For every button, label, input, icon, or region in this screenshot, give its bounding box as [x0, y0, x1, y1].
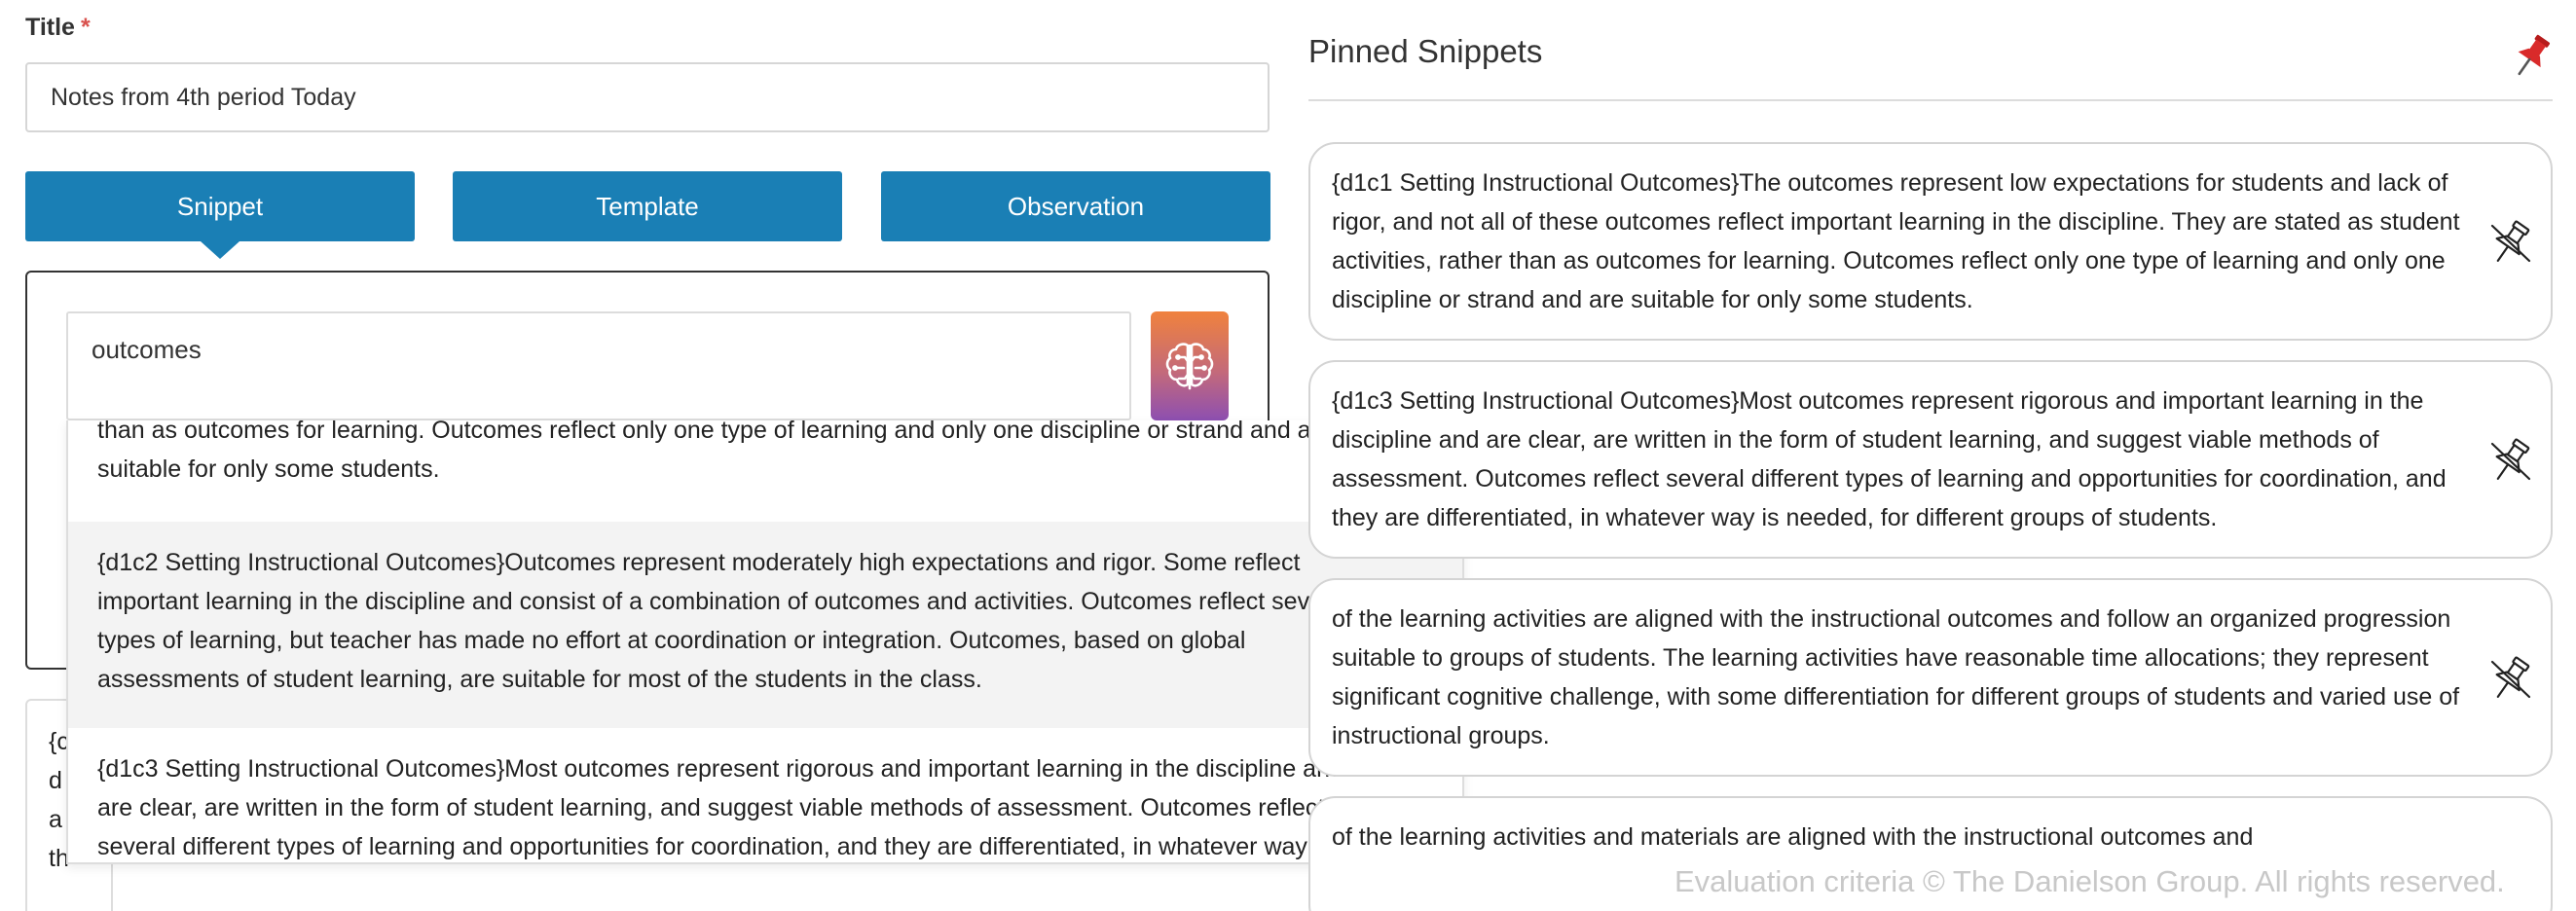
divider [1308, 99, 2553, 101]
pinned-snippet-card: {d1c3 Setting Instructional Outcomes}Mos… [1308, 360, 2553, 559]
tab-template[interactable]: Template [453, 171, 842, 241]
title-label: Title * [25, 14, 91, 42]
title-label-text: Title [25, 14, 75, 41]
copyright-notice: Evaluation criteria © The Danielson Grou… [1674, 864, 2505, 898]
pinned-snippet-card: {d1c1 Setting Instructional Outcomes}The… [1308, 142, 2553, 341]
unpin-icon[interactable] [2486, 654, 2535, 703]
required-marker: * [80, 14, 91, 41]
brain-circuit-icon [1165, 343, 1214, 390]
pinned-snippet-text: of the learning activities and materials… [1332, 823, 2254, 851]
pinned-snippet-text: {d1c3 Setting Instructional Outcomes}Mos… [1332, 387, 2447, 531]
pinned-snippets-title: Pinned Snippets [1308, 33, 1543, 69]
suggestion-text: than as outcomes for learning. Outcomes … [97, 420, 1333, 483]
pinned-snippet-text: {d1c1 Setting Instructional Outcomes}The… [1332, 169, 2460, 313]
pinned-snippet-card: of the learning activities are aligned w… [1308, 578, 2553, 777]
tab-observation[interactable]: Observation [881, 171, 1270, 241]
unpin-icon[interactable] [2486, 218, 2535, 267]
snippet-suggestions-dropdown: than as outcomes for learning. Outcomes … [66, 420, 1464, 864]
title-input[interactable] [25, 62, 1270, 132]
suggestion-item[interactable]: than as outcomes for learning. Outcomes … [68, 420, 1462, 512]
tab-template-label: Template [596, 191, 699, 221]
suggestion-text: {d1c3 Setting Instructional Outcomes}Mos… [97, 755, 1343, 860]
suggestion-text: {d1c2 Setting Instructional Outcomes}Out… [97, 549, 1350, 693]
pushpin-icon [2518, 34, 2551, 76]
tab-observation-label: Observation [1007, 191, 1145, 221]
snippet-search-input[interactable] [66, 311, 1131, 420]
unpin-icon[interactable] [2486, 436, 2535, 485]
ai-assist-button[interactable] [1151, 311, 1229, 420]
pinned-snippet-text: of the learning activities are aligned w… [1332, 605, 2460, 749]
tab-snippet[interactable]: Snippet [25, 171, 415, 259]
tab-snippet-label: Snippet [176, 191, 264, 221]
suggestion-item[interactable]: {d1c2 Setting Instructional Outcomes}Out… [68, 522, 1462, 728]
suggestion-item[interactable]: {d1c3 Setting Instructional Outcomes}Mos… [68, 728, 1462, 862]
